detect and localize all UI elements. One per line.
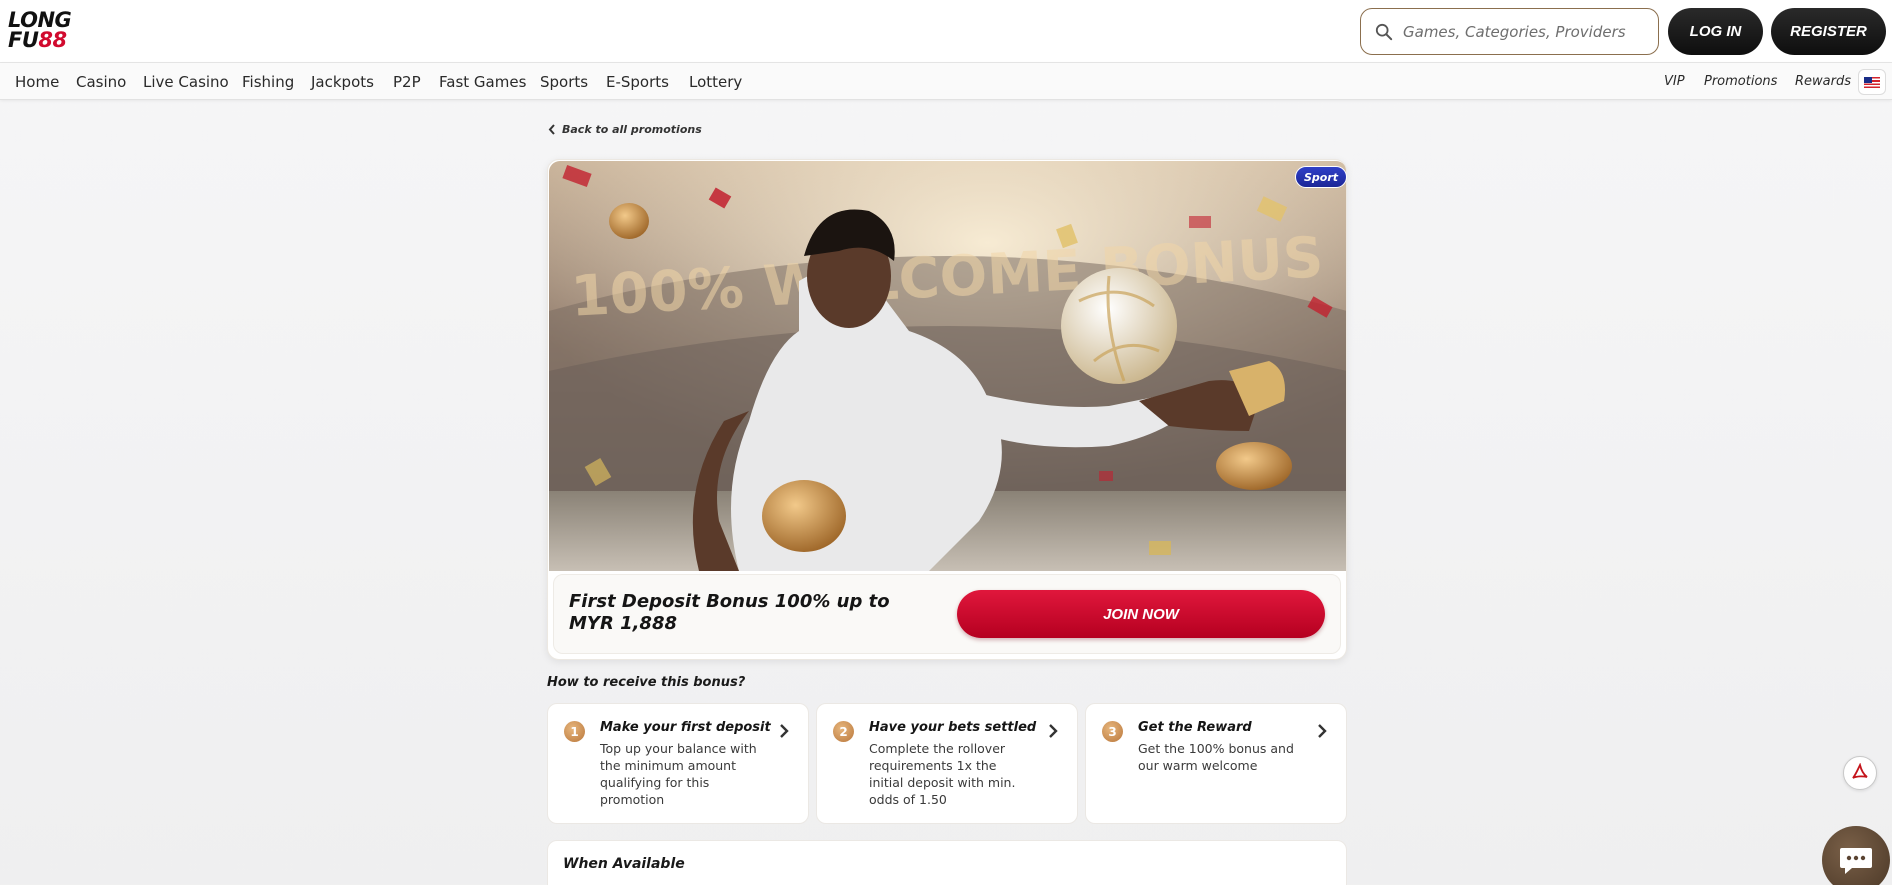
nav-item-live-casino[interactable]: Live Casino (143, 73, 229, 91)
nav-item-rewards[interactable]: Rewards (1795, 74, 1851, 89)
back-link-label: Back to all promotions (562, 123, 702, 136)
promo-banner-image: 100% WELCOME BONUS (549, 161, 1346, 571)
step-number-badge: 3 (1102, 721, 1123, 742)
nav-item-casino[interactable]: Casino (76, 73, 126, 91)
chevron-right-icon (780, 724, 789, 738)
step-description: Top up your balance with the minimum amo… (600, 741, 757, 807)
nav-item-promotions[interactable]: Promotions (1704, 74, 1777, 89)
language-selector[interactable] (1858, 69, 1886, 95)
nav-item-sports[interactable]: Sports (540, 73, 588, 91)
step-description: Get the 100% bonus and our warm welcome (1138, 741, 1294, 773)
offer-title: First Deposit Bonus 100% up to MYR 1,888 (569, 591, 890, 634)
step-description: Complete the rollover requirements 1x th… (869, 741, 1016, 807)
step-card-2[interactable]: 2 Have your bets settled Complete the ro… (816, 703, 1078, 824)
step-number-badge: 1 (564, 721, 585, 742)
back-to-promotions-link[interactable]: Back to all promotions (548, 123, 702, 136)
search-box[interactable] (1360, 8, 1659, 55)
logo-line-2: FU88 (8, 28, 78, 52)
step-title: Get the Reward (1138, 720, 1252, 735)
pdf-icon (1852, 763, 1868, 779)
logo-88: 88 (38, 28, 67, 52)
nav-item-home[interactable]: Home (15, 73, 59, 91)
step-number-badge: 2 (833, 721, 854, 742)
search-icon (1375, 23, 1393, 40)
step-card-1[interactable]: 1 Make your first deposit Top up your ba… (547, 703, 809, 824)
chevron-right-icon (1318, 724, 1327, 738)
step-title: Make your first deposit (600, 720, 771, 735)
nav-item-lottery[interactable]: Lottery (689, 73, 742, 91)
nav-item-p2p[interactable]: P2P (393, 73, 421, 91)
chat-icon (1840, 848, 1872, 874)
step-card-3[interactable]: 3 Get the Reward Get the 100% bonus and … (1085, 703, 1347, 824)
availability-title: When Available (563, 856, 685, 872)
top-header: LONG FU88 LOG IN REGISTER (0, 0, 1892, 63)
nav-item-e-sports[interactable]: E-Sports (606, 73, 669, 91)
chevron-left-icon (548, 124, 555, 135)
register-button[interactable]: REGISTER (1771, 8, 1886, 55)
login-button[interactable]: LOG IN (1668, 8, 1763, 55)
main-nav: Home Casino Live Casino Fishing Jackpots… (0, 63, 1892, 100)
promo-category-badge: Sport (1295, 166, 1348, 188)
banner-illustration: 100% WELCOME BONUS (549, 161, 1346, 571)
nav-item-vip[interactable]: VIP (1664, 74, 1685, 89)
join-now-button[interactable]: JOIN NOW (957, 590, 1325, 638)
how-to-title: How to receive this bonus? (547, 675, 746, 690)
pdf-download-button[interactable] (1843, 756, 1877, 790)
malaysia-flag-icon (1864, 76, 1880, 88)
logo-fu: FU (8, 28, 39, 52)
live-chat-button[interactable] (1822, 826, 1890, 885)
nav-item-fishing[interactable]: Fishing (242, 73, 294, 91)
logo-line-1: LONG (8, 8, 72, 32)
nav-item-fast-games[interactable]: Fast Games (439, 73, 526, 91)
site-logo[interactable]: LONG FU88 (8, 10, 78, 54)
search-input[interactable] (1403, 22, 1643, 41)
chevron-right-icon (1049, 724, 1058, 738)
step-title: Have your bets settled (869, 720, 1037, 735)
nav-item-jackpots[interactable]: Jackpots (311, 73, 374, 91)
